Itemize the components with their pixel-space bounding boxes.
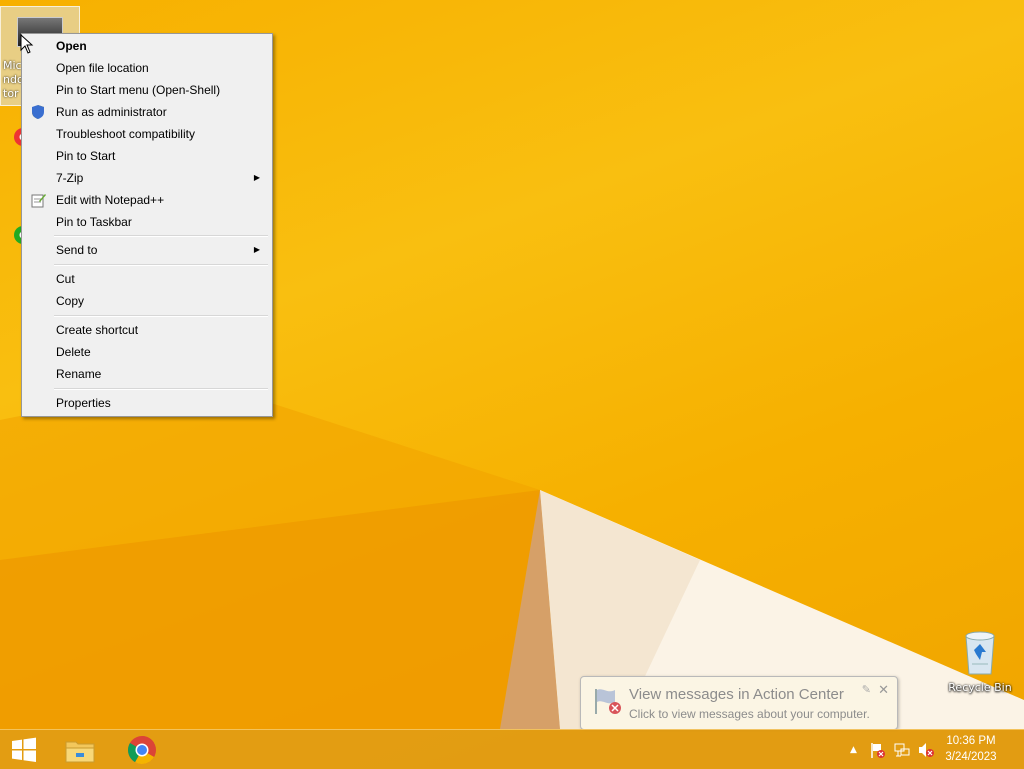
uac-shield-icon	[32, 105, 44, 119]
notification-body: Click to view messages about your comput…	[629, 707, 870, 721]
context-menu: Open Open file location Pin to Start men…	[21, 33, 273, 417]
menu-item-cut[interactable]: Cut	[24, 268, 270, 290]
menu-item-rename[interactable]: Rename	[24, 363, 270, 385]
menu-item-edit-notepadpp[interactable]: Edit with Notepad++	[24, 189, 270, 211]
menu-item-7zip[interactable]: 7-Zip ▶	[24, 167, 270, 189]
action-center-flag-icon	[595, 689, 621, 714]
menu-separator	[54, 388, 268, 390]
menu-item-label: Troubleshoot compatibility	[56, 127, 195, 141]
volume-muted-icon[interactable]	[917, 741, 935, 759]
menu-item-pin-to-taskbar[interactable]: Pin to Taskbar	[24, 211, 270, 233]
action-center-tray-icon[interactable]	[869, 741, 887, 759]
file-explorer-icon	[65, 741, 95, 762]
menu-separator	[54, 264, 268, 266]
menu-item-pin-to-start[interactable]: Pin to Start	[24, 145, 270, 167]
recycle-bin-icon-container[interactable]: Recycle Bin	[940, 630, 1020, 694]
menu-item-label: 7-Zip	[56, 171, 84, 185]
clock[interactable]: 10:36 PM 3/24/2023	[936, 733, 1006, 765]
menu-item-label: Pin to Start menu (Open-Shell)	[56, 83, 221, 97]
system-tray: ▲	[850, 730, 935, 769]
file-explorer-button[interactable]	[58, 732, 102, 767]
menu-item-label: Pin to Start	[56, 149, 116, 163]
close-icon[interactable]: ✕	[878, 682, 889, 698]
menu-item-label: Edit with Notepad++	[56, 193, 165, 207]
clock-time: 10:36 PM	[946, 735, 996, 747]
notepad-plus-plus-icon	[31, 194, 46, 208]
menu-separator	[54, 315, 268, 317]
submenu-arrow-icon: ▶	[253, 173, 260, 182]
menu-item-copy[interactable]: Copy	[24, 290, 270, 312]
menu-separator	[54, 235, 268, 237]
menu-item-pin-start-menu-openshell[interactable]: Pin to Start menu (Open-Shell)	[24, 79, 270, 101]
google-chrome-button[interactable]	[120, 732, 164, 767]
mouse-cursor-icon	[20, 34, 34, 54]
taskbar: ▲ 10:36 PM 3/24/2023	[0, 729, 1024, 769]
menu-item-troubleshoot[interactable]: Troubleshoot compatibility	[24, 123, 270, 145]
action-center-notification[interactable]: View messages in Action Center Click to …	[580, 676, 898, 730]
menu-item-label: Open file location	[56, 61, 149, 75]
windows-logo-icon	[12, 737, 36, 762]
menu-item-label: Create shortcut	[56, 323, 139, 337]
clock-date: 3/24/2023	[945, 751, 997, 763]
google-chrome-icon	[128, 735, 156, 764]
submenu-arrow-icon: ▶	[253, 245, 260, 254]
menu-item-label: Cut	[56, 272, 75, 286]
menu-item-label: Run as administrator	[56, 105, 167, 119]
menu-item-label: Delete	[56, 345, 91, 359]
menu-item-send-to[interactable]: Send to ▶	[24, 239, 270, 261]
menu-item-open-file-location[interactable]: Open file location	[24, 57, 270, 79]
menu-item-open[interactable]: Open	[24, 35, 270, 57]
menu-item-create-shortcut[interactable]: Create shortcut	[24, 319, 270, 341]
notification-title: View messages in Action Center	[629, 686, 844, 703]
start-button[interactable]	[2, 732, 46, 767]
menu-item-properties[interactable]: Properties	[24, 392, 270, 414]
menu-item-label: Properties	[56, 396, 111, 410]
menu-item-label: Open	[56, 39, 87, 53]
recycle-bin-icon	[965, 631, 995, 675]
menu-item-delete[interactable]: Delete	[24, 341, 270, 363]
pin-icon[interactable]: ✎	[862, 683, 871, 696]
menu-item-label: Pin to Taskbar	[56, 215, 132, 229]
network-icon[interactable]	[893, 741, 911, 759]
recycle-bin-label: Recycle Bin	[948, 681, 1012, 694]
menu-item-run-as-admin[interactable]: Run as administrator	[24, 101, 270, 123]
menu-item-label: Send to	[56, 243, 98, 257]
menu-item-label: Copy	[56, 294, 85, 308]
show-hidden-icons-icon[interactable]: ▲	[850, 745, 857, 755]
menu-item-label: Rename	[56, 367, 102, 381]
